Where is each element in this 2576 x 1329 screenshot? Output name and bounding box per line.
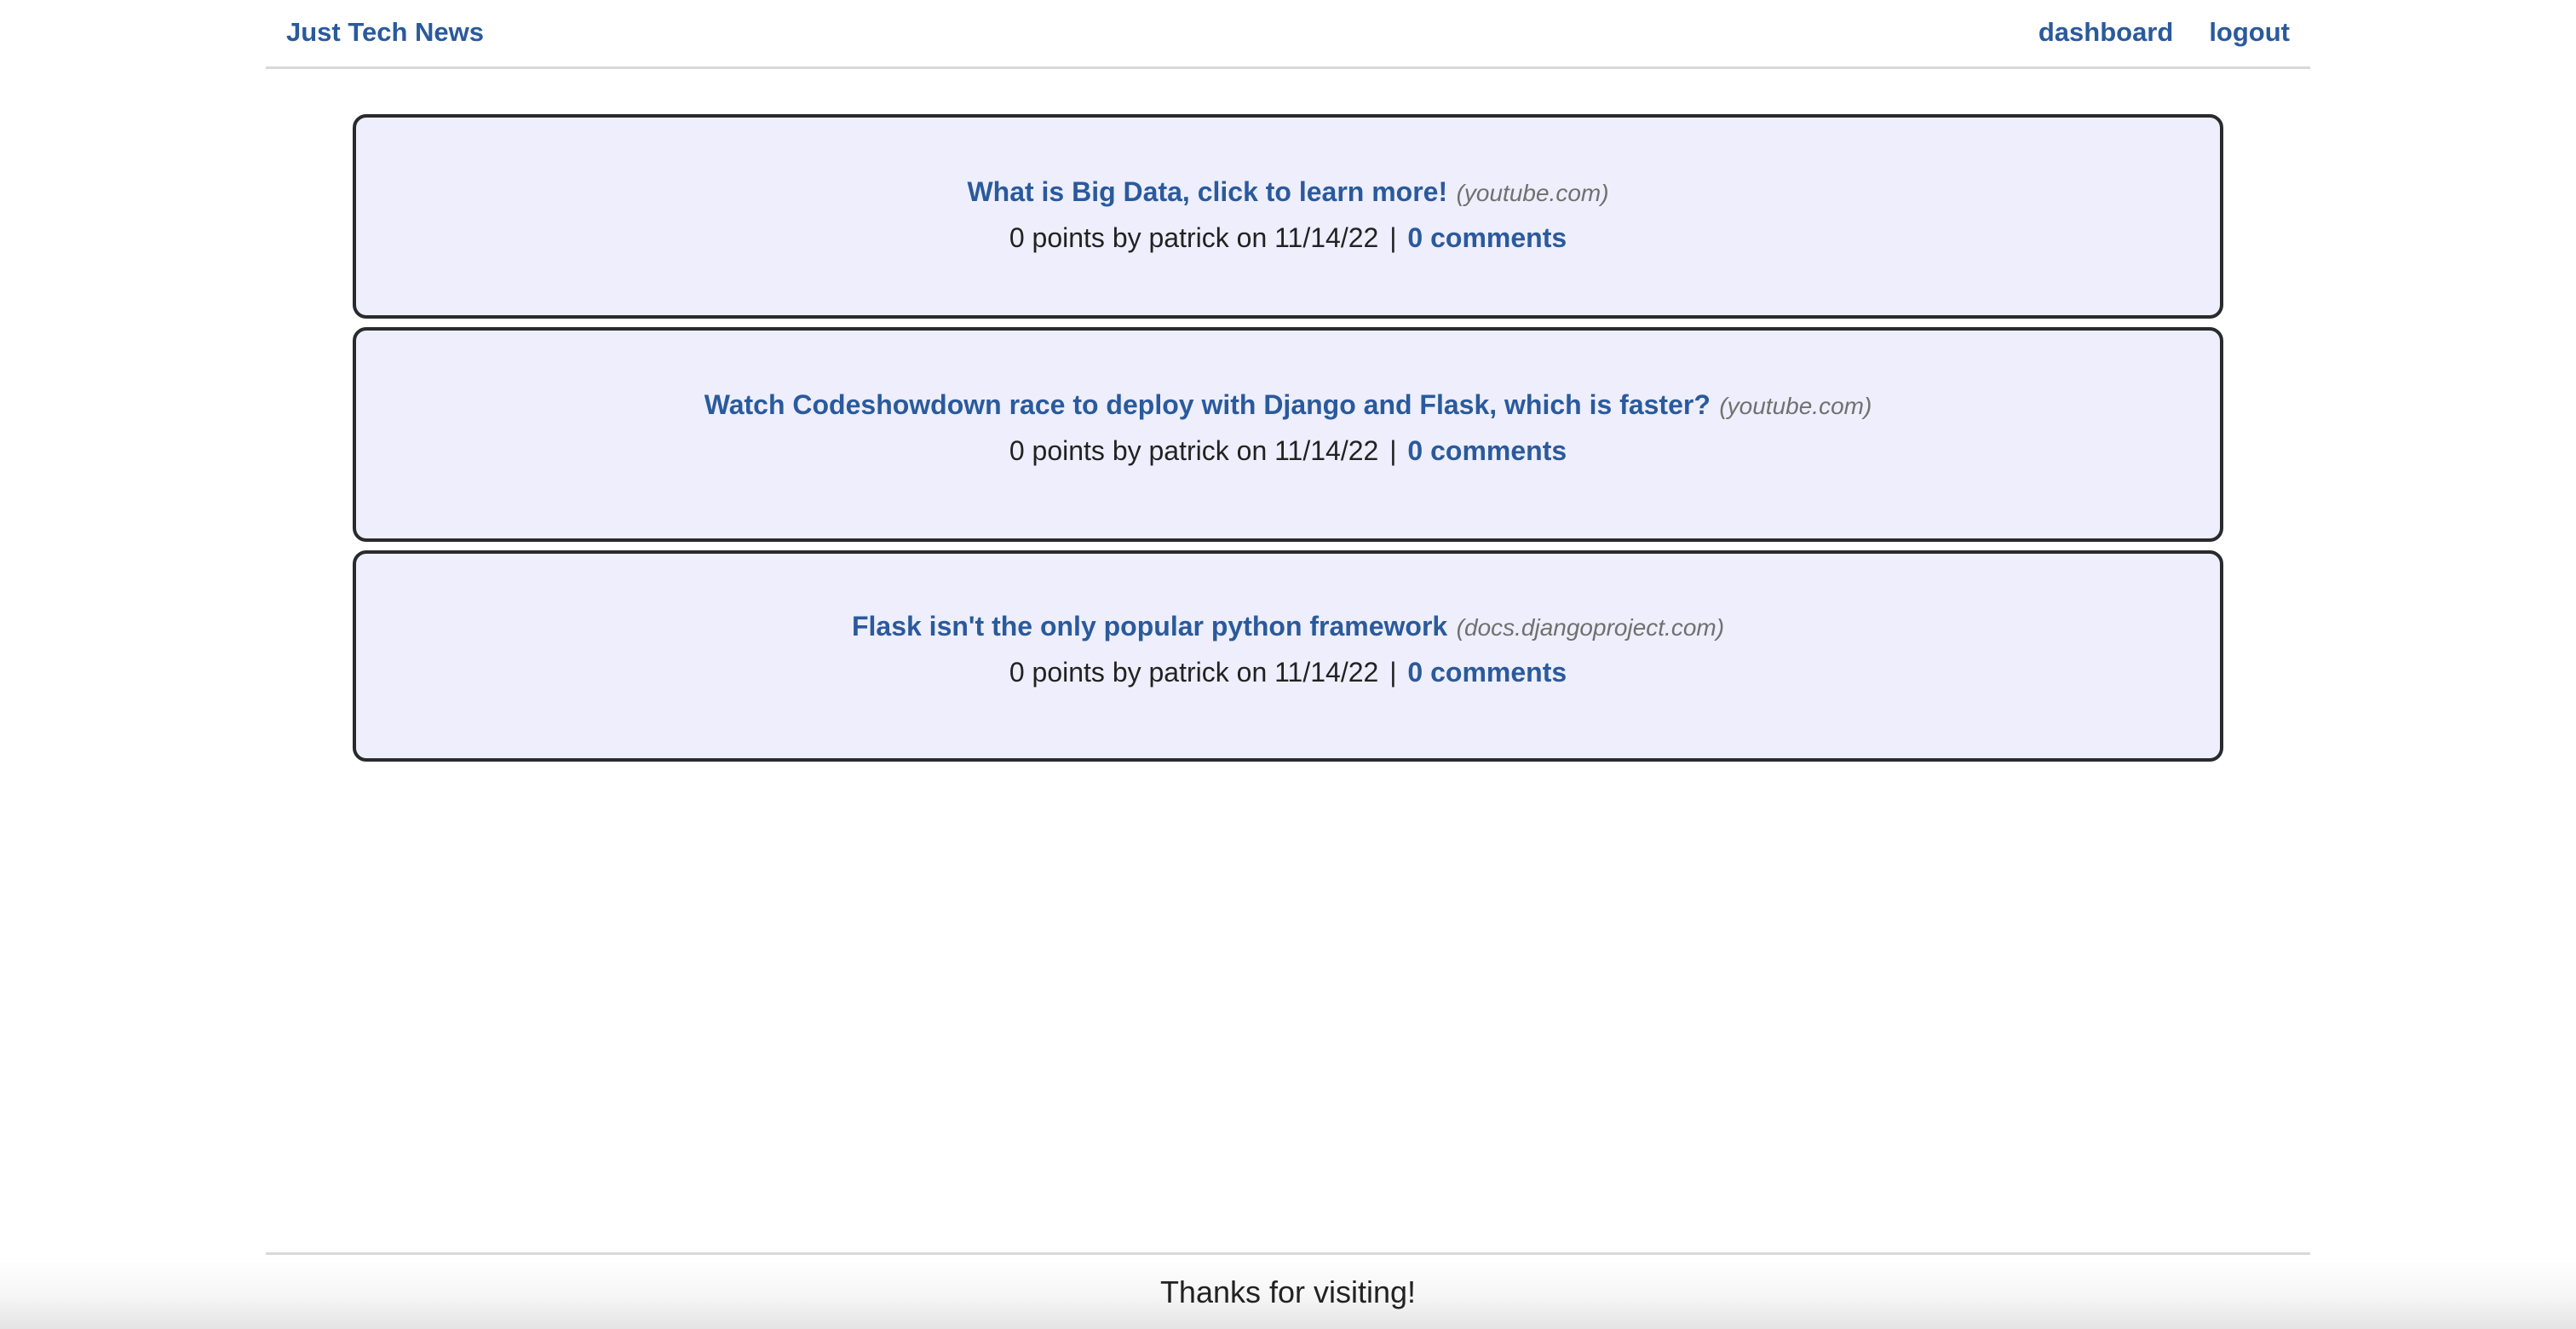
main-nav: dashboard logout (2038, 17, 2290, 48)
post-title-link[interactable]: Flask isn't the only popular python fram… (852, 611, 1447, 641)
post-title-link[interactable]: Watch Codeshowdown race to deploy with D… (704, 389, 1711, 420)
footer-message: Thanks for visiting! (1159, 1274, 1417, 1309)
post-meta: 0 points by patrick on 11/14/22 (1009, 657, 1379, 688)
post-domain: (youtube.com) (1719, 393, 1872, 419)
meta-separator: | (1389, 222, 1397, 253)
nav-logout-link[interactable]: logout (2209, 17, 2290, 48)
post-meta: 0 points by patrick on 11/14/22 (1009, 222, 1379, 253)
nav-dashboard-link[interactable]: dashboard (2038, 17, 2173, 48)
meta-separator: | (1389, 435, 1397, 466)
meta-separator: | (1389, 657, 1397, 688)
brand-home-link[interactable]: Just Tech News (286, 17, 484, 48)
post-title-link[interactable]: What is Big Data, click to learn more! (967, 176, 1447, 207)
comments-link[interactable]: 0 comments (1407, 222, 1567, 253)
post-meta-line: 0 points by patrick on 11/14/22 | 0 comm… (356, 650, 2220, 694)
post-domain: (docs.djangoproject.com) (1456, 614, 1725, 641)
post-meta-line: 0 points by patrick on 11/14/22 | 0 comm… (356, 216, 2220, 260)
comments-link[interactable]: 0 comments (1407, 435, 1567, 466)
post-list: What is Big Data, click to learn more! (… (353, 114, 2223, 770)
post-card: What is Big Data, click to learn more! (… (353, 114, 2223, 319)
post-card: Flask isn't the only popular python fram… (353, 550, 2223, 762)
post-title-line: What is Big Data, click to learn more! (… (356, 174, 2220, 216)
page: Just Tech News dashboard logout What is … (0, 0, 2576, 1329)
post-title-line: Flask isn't the only popular python fram… (356, 608, 2220, 650)
site-header: Just Tech News dashboard logout (266, 0, 2310, 69)
post-meta: 0 points by patrick on 11/14/22 (1009, 435, 1379, 466)
post-title-line: Watch Codeshowdown race to deploy with D… (356, 387, 2220, 429)
post-domain: (youtube.com) (1456, 180, 1609, 206)
comments-link[interactable]: 0 comments (1407, 657, 1567, 688)
post-card: Watch Codeshowdown race to deploy with D… (353, 327, 2223, 542)
post-meta-line: 0 points by patrick on 11/14/22 | 0 comm… (356, 429, 2220, 473)
footer-divider (266, 1252, 2310, 1255)
